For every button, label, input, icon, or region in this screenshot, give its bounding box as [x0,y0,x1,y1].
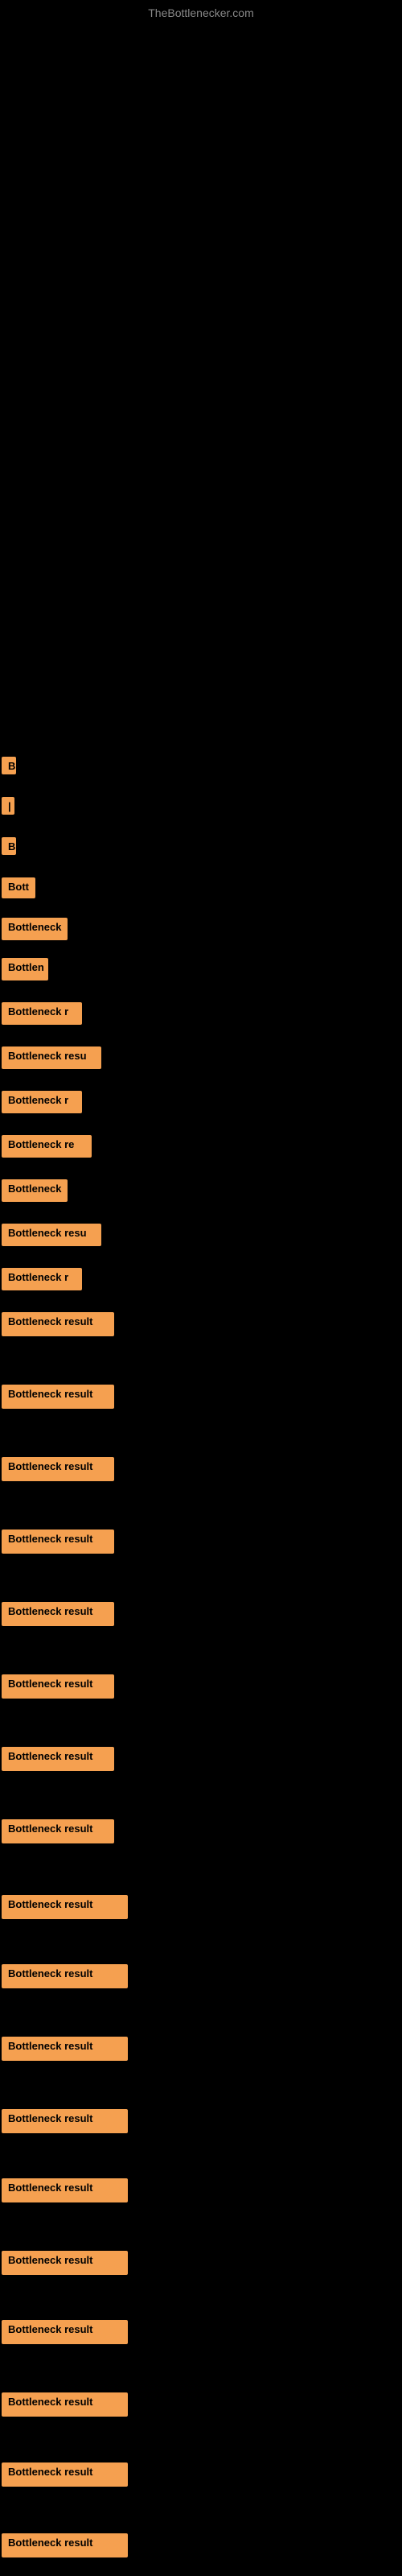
bottleneck-result-item[interactable]: B [2,757,16,774]
bottleneck-result-item[interactable]: Bottleneck result [2,2462,128,2487]
bottleneck-result-item[interactable]: Bottleneck result [2,1530,114,1554]
bottleneck-result-item[interactable]: Bottleneck re [2,1135,92,1158]
bottleneck-result-item[interactable]: Bottleneck result [2,1674,114,1699]
bottleneck-result-item[interactable]: Bottleneck result [2,2251,128,2275]
bottleneck-result-item[interactable]: Bottleneck result [2,2037,128,2061]
bottleneck-result-item[interactable]: Bottleneck resu [2,1224,101,1246]
bottleneck-result-item[interactable]: Bottleneck result [2,1819,114,1843]
bottleneck-result-item[interactable]: Bottleneck result [2,1602,114,1626]
bottleneck-result-item[interactable]: Bottleneck result [2,2320,128,2344]
bottleneck-result-item[interactable]: Bottleneck result [2,1895,128,1919]
bottleneck-result-item[interactable]: Bottlen [2,958,48,980]
bottleneck-result-item[interactable]: Bottleneck [2,1179,68,1202]
bottleneck-result-item[interactable]: Bottleneck r [2,1002,82,1025]
bottleneck-result-item[interactable]: Bottleneck result [2,2109,128,2133]
site-title: TheBottlenecker.com [148,6,254,19]
bottleneck-result-item[interactable]: Bottleneck result [2,2392,128,2417]
bottleneck-result-item[interactable]: Bottleneck result [2,1457,114,1481]
bottleneck-result-item[interactable]: | [2,797,14,815]
bottleneck-result-item[interactable]: Bottleneck [2,918,68,940]
bottleneck-result-item[interactable]: Bottleneck result [2,2178,128,2202]
bottleneck-result-item[interactable]: Bottleneck result [2,1312,114,1336]
bottleneck-result-item[interactable]: Bottleneck result [2,1747,114,1771]
bottleneck-result-item[interactable]: Bottleneck resu [2,1046,101,1069]
bottleneck-result-item[interactable]: Bott [2,877,35,898]
bottleneck-result-item[interactable]: Bottleneck r [2,1268,82,1290]
bottleneck-result-item[interactable]: Bottleneck r [2,1091,82,1113]
bottleneck-result-item[interactable]: Bottleneck result [2,1385,114,1409]
bottleneck-result-item[interactable]: Bottleneck result [2,1964,128,1988]
bottleneck-result-item[interactable]: Bottleneck result [2,2533,128,2557]
bottleneck-result-item[interactable]: B [2,837,16,855]
